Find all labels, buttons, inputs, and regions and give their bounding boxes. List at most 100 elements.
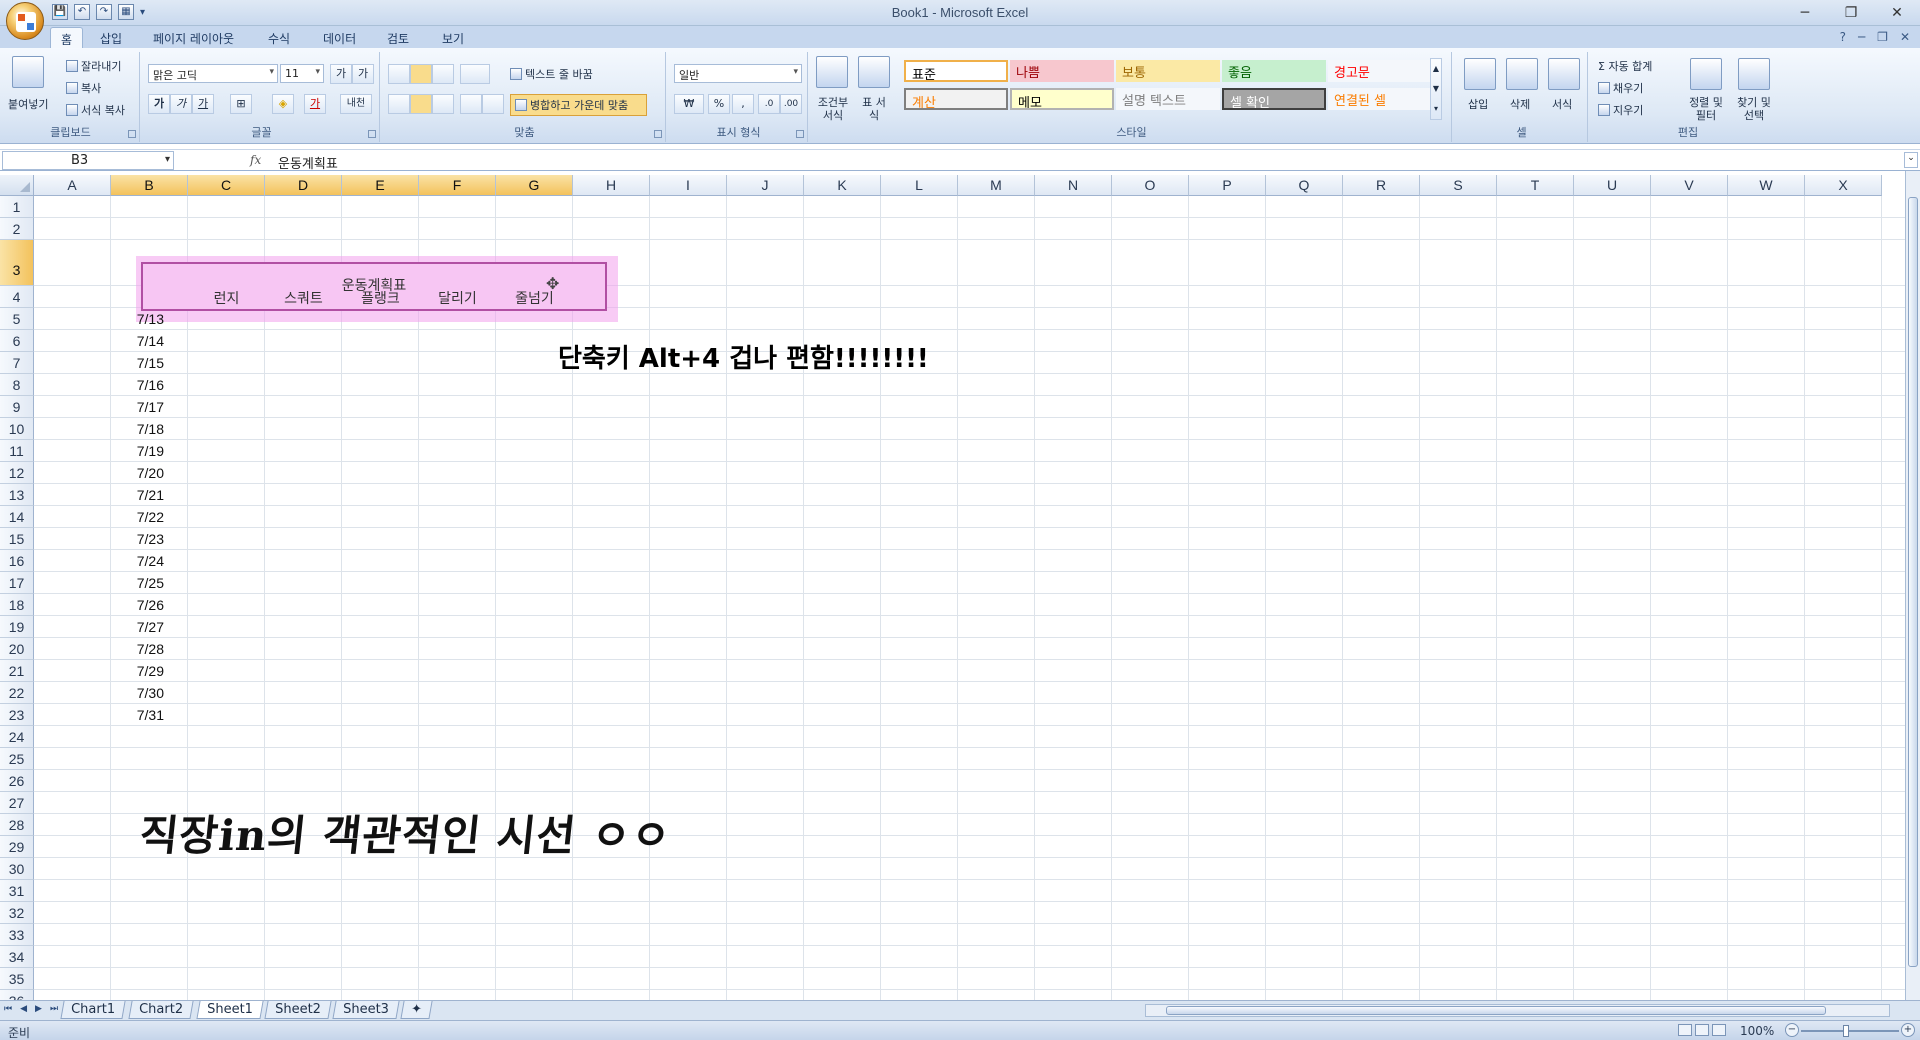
column-header-w[interactable]: W	[1728, 175, 1805, 196]
date-cell[interactable]: 7/15	[111, 355, 184, 371]
orientation-icon[interactable]	[460, 64, 490, 84]
sort-filter-button[interactable]: 정렬 및 필터	[1684, 96, 1728, 122]
conditional-format-icon[interactable]	[816, 56, 848, 88]
sheet-tab-sheet1[interactable]: Sheet1	[196, 1001, 264, 1019]
date-cell[interactable]: 7/25	[111, 575, 184, 591]
align-bottom-icon[interactable]	[432, 64, 454, 84]
copy-button[interactable]: 복사	[66, 80, 101, 96]
paste-button[interactable]: 붙여넣기	[8, 96, 48, 112]
row-header-36[interactable]: 36	[0, 990, 34, 1000]
find-select-icon[interactable]	[1738, 58, 1770, 90]
date-cell[interactable]: 7/22	[111, 509, 184, 525]
date-cell[interactable]: 7/18	[111, 421, 184, 437]
row-header-29[interactable]: 29	[0, 836, 34, 858]
autosum-button[interactable]: Σ 자동 합계	[1598, 58, 1652, 74]
restore-button[interactable]: ❐	[1828, 0, 1874, 26]
tab-page-layout[interactable]: 페이지 레이아웃	[143, 27, 244, 48]
row-header-27[interactable]: 27	[0, 792, 34, 814]
row-header-18[interactable]: 18	[0, 594, 34, 616]
zoom-slider[interactable]: − +	[1785, 1023, 1915, 1037]
number-format-select[interactable]: 일반	[674, 64, 802, 83]
cell-style-9[interactable]: 연결된 셀	[1328, 88, 1432, 110]
minimize-button[interactable]: ─	[1782, 0, 1828, 26]
column-header-q[interactable]: Q	[1266, 175, 1343, 196]
column-header-f[interactable]: F	[419, 175, 496, 196]
date-cell[interactable]: 7/23	[111, 531, 184, 547]
row-header-16[interactable]: 16	[0, 550, 34, 572]
insert-sheet-icon[interactable]: ✦	[400, 1001, 433, 1019]
table-format-button[interactable]: 표 서식	[858, 96, 890, 122]
percent-button[interactable]: %	[708, 94, 730, 114]
align-center-icon[interactable]	[410, 94, 432, 114]
paste-icon[interactable]	[12, 56, 44, 88]
find-select-button[interactable]: 찾기 및 선택	[1732, 96, 1776, 122]
zoom-in-icon[interactable]: +	[1901, 1023, 1915, 1037]
row-header-15[interactable]: 15	[0, 528, 34, 550]
cell-style-7[interactable]: 설명 텍스트	[1116, 88, 1220, 110]
increase-indent-icon[interactable]	[482, 94, 504, 114]
row-header-34[interactable]: 34	[0, 946, 34, 968]
header-cell[interactable]: 달리기	[419, 288, 496, 308]
date-cell[interactable]: 7/14	[111, 333, 184, 349]
column-header-p[interactable]: P	[1189, 175, 1266, 196]
font-name-select[interactable]: 맑은 고딕	[148, 64, 278, 83]
row-header-6[interactable]: 6	[0, 330, 34, 352]
date-cell[interactable]: 7/28	[111, 641, 184, 657]
vertical-scrollbar[interactable]	[1905, 171, 1920, 1000]
align-left-icon[interactable]	[388, 94, 410, 114]
date-cell[interactable]: 7/19	[111, 443, 184, 459]
sheet-tab-sheet3[interactable]: Sheet3	[332, 1001, 400, 1019]
underline-button[interactable]: 가	[192, 94, 214, 114]
comma-button[interactable]: ,	[732, 94, 754, 114]
sheet-tab-chart1[interactable]: Chart1	[60, 1001, 126, 1019]
clear-button[interactable]: 지우기	[1598, 102, 1643, 118]
currency-button[interactable]: ₩	[674, 94, 704, 114]
format-painter-button[interactable]: 서식 복사	[66, 102, 125, 118]
row-header-17[interactable]: 17	[0, 572, 34, 594]
close-button[interactable]: ✕	[1874, 0, 1920, 26]
zoom-out-icon[interactable]: −	[1785, 1023, 1799, 1037]
first-sheet-icon[interactable]: ⏮	[4, 1004, 12, 1014]
horizontal-scrollbar[interactable]	[1145, 1004, 1890, 1017]
sheet-tab-chart2[interactable]: Chart2	[128, 1001, 194, 1019]
row-header-9[interactable]: 9	[0, 396, 34, 418]
gallery-scroll-icon[interactable]: ▲ ▼ ▾	[1430, 58, 1442, 120]
tab-data[interactable]: 데이터	[313, 27, 366, 48]
phonetic-button[interactable]: 내천	[340, 94, 372, 114]
cell-style-2[interactable]: 보통	[1116, 60, 1220, 82]
row-header-25[interactable]: 25	[0, 748, 34, 770]
last-sheet-icon[interactable]: ⏭	[50, 1004, 58, 1014]
page-layout-view-icon[interactable]	[1695, 1024, 1709, 1036]
workbook-close-icon[interactable]: ✕	[1900, 30, 1910, 44]
column-header-e[interactable]: E	[342, 175, 419, 196]
font-color-button[interactable]: 가	[304, 94, 326, 114]
conditional-format-button[interactable]: 조건부 서식	[816, 96, 850, 122]
column-header-x[interactable]: X	[1805, 175, 1882, 196]
header-cell[interactable]: 런지	[188, 288, 265, 308]
cell-style-3[interactable]: 좋음	[1222, 60, 1326, 82]
cell-style-8[interactable]: 셀 확인	[1222, 88, 1326, 110]
date-cell[interactable]: 7/27	[111, 619, 184, 635]
column-header-h[interactable]: H	[573, 175, 650, 196]
delete-cells-button[interactable]: 삭제	[1510, 96, 1530, 112]
align-right-icon[interactable]	[432, 94, 454, 114]
prev-sheet-icon[interactable]: ◀	[20, 1004, 27, 1014]
column-header-t[interactable]: T	[1497, 175, 1574, 196]
shrink-font-button[interactable]: 가	[352, 64, 374, 84]
alignment-launcher-icon[interactable]	[654, 130, 662, 138]
fill-button[interactable]: 채우기	[1598, 80, 1643, 96]
date-cell[interactable]: 7/13	[111, 311, 184, 327]
column-header-s[interactable]: S	[1420, 175, 1497, 196]
merge-center-button[interactable]: 병합하고 가운데 맞춤	[510, 94, 648, 116]
row-header-26[interactable]: 26	[0, 770, 34, 792]
row-header-22[interactable]: 22	[0, 682, 34, 704]
column-header-o[interactable]: O	[1112, 175, 1189, 196]
row-header-35[interactable]: 35	[0, 968, 34, 990]
column-header-j[interactable]: J	[727, 175, 804, 196]
increase-decimal-button[interactable]: .0	[758, 94, 780, 114]
select-all-button[interactable]	[0, 175, 34, 196]
cell-style-0[interactable]: 표준	[904, 60, 1008, 82]
header-cell[interactable]: 줄넘기	[496, 288, 573, 308]
row-header-2[interactable]: 2	[0, 218, 34, 240]
date-cell[interactable]: 7/21	[111, 487, 184, 503]
